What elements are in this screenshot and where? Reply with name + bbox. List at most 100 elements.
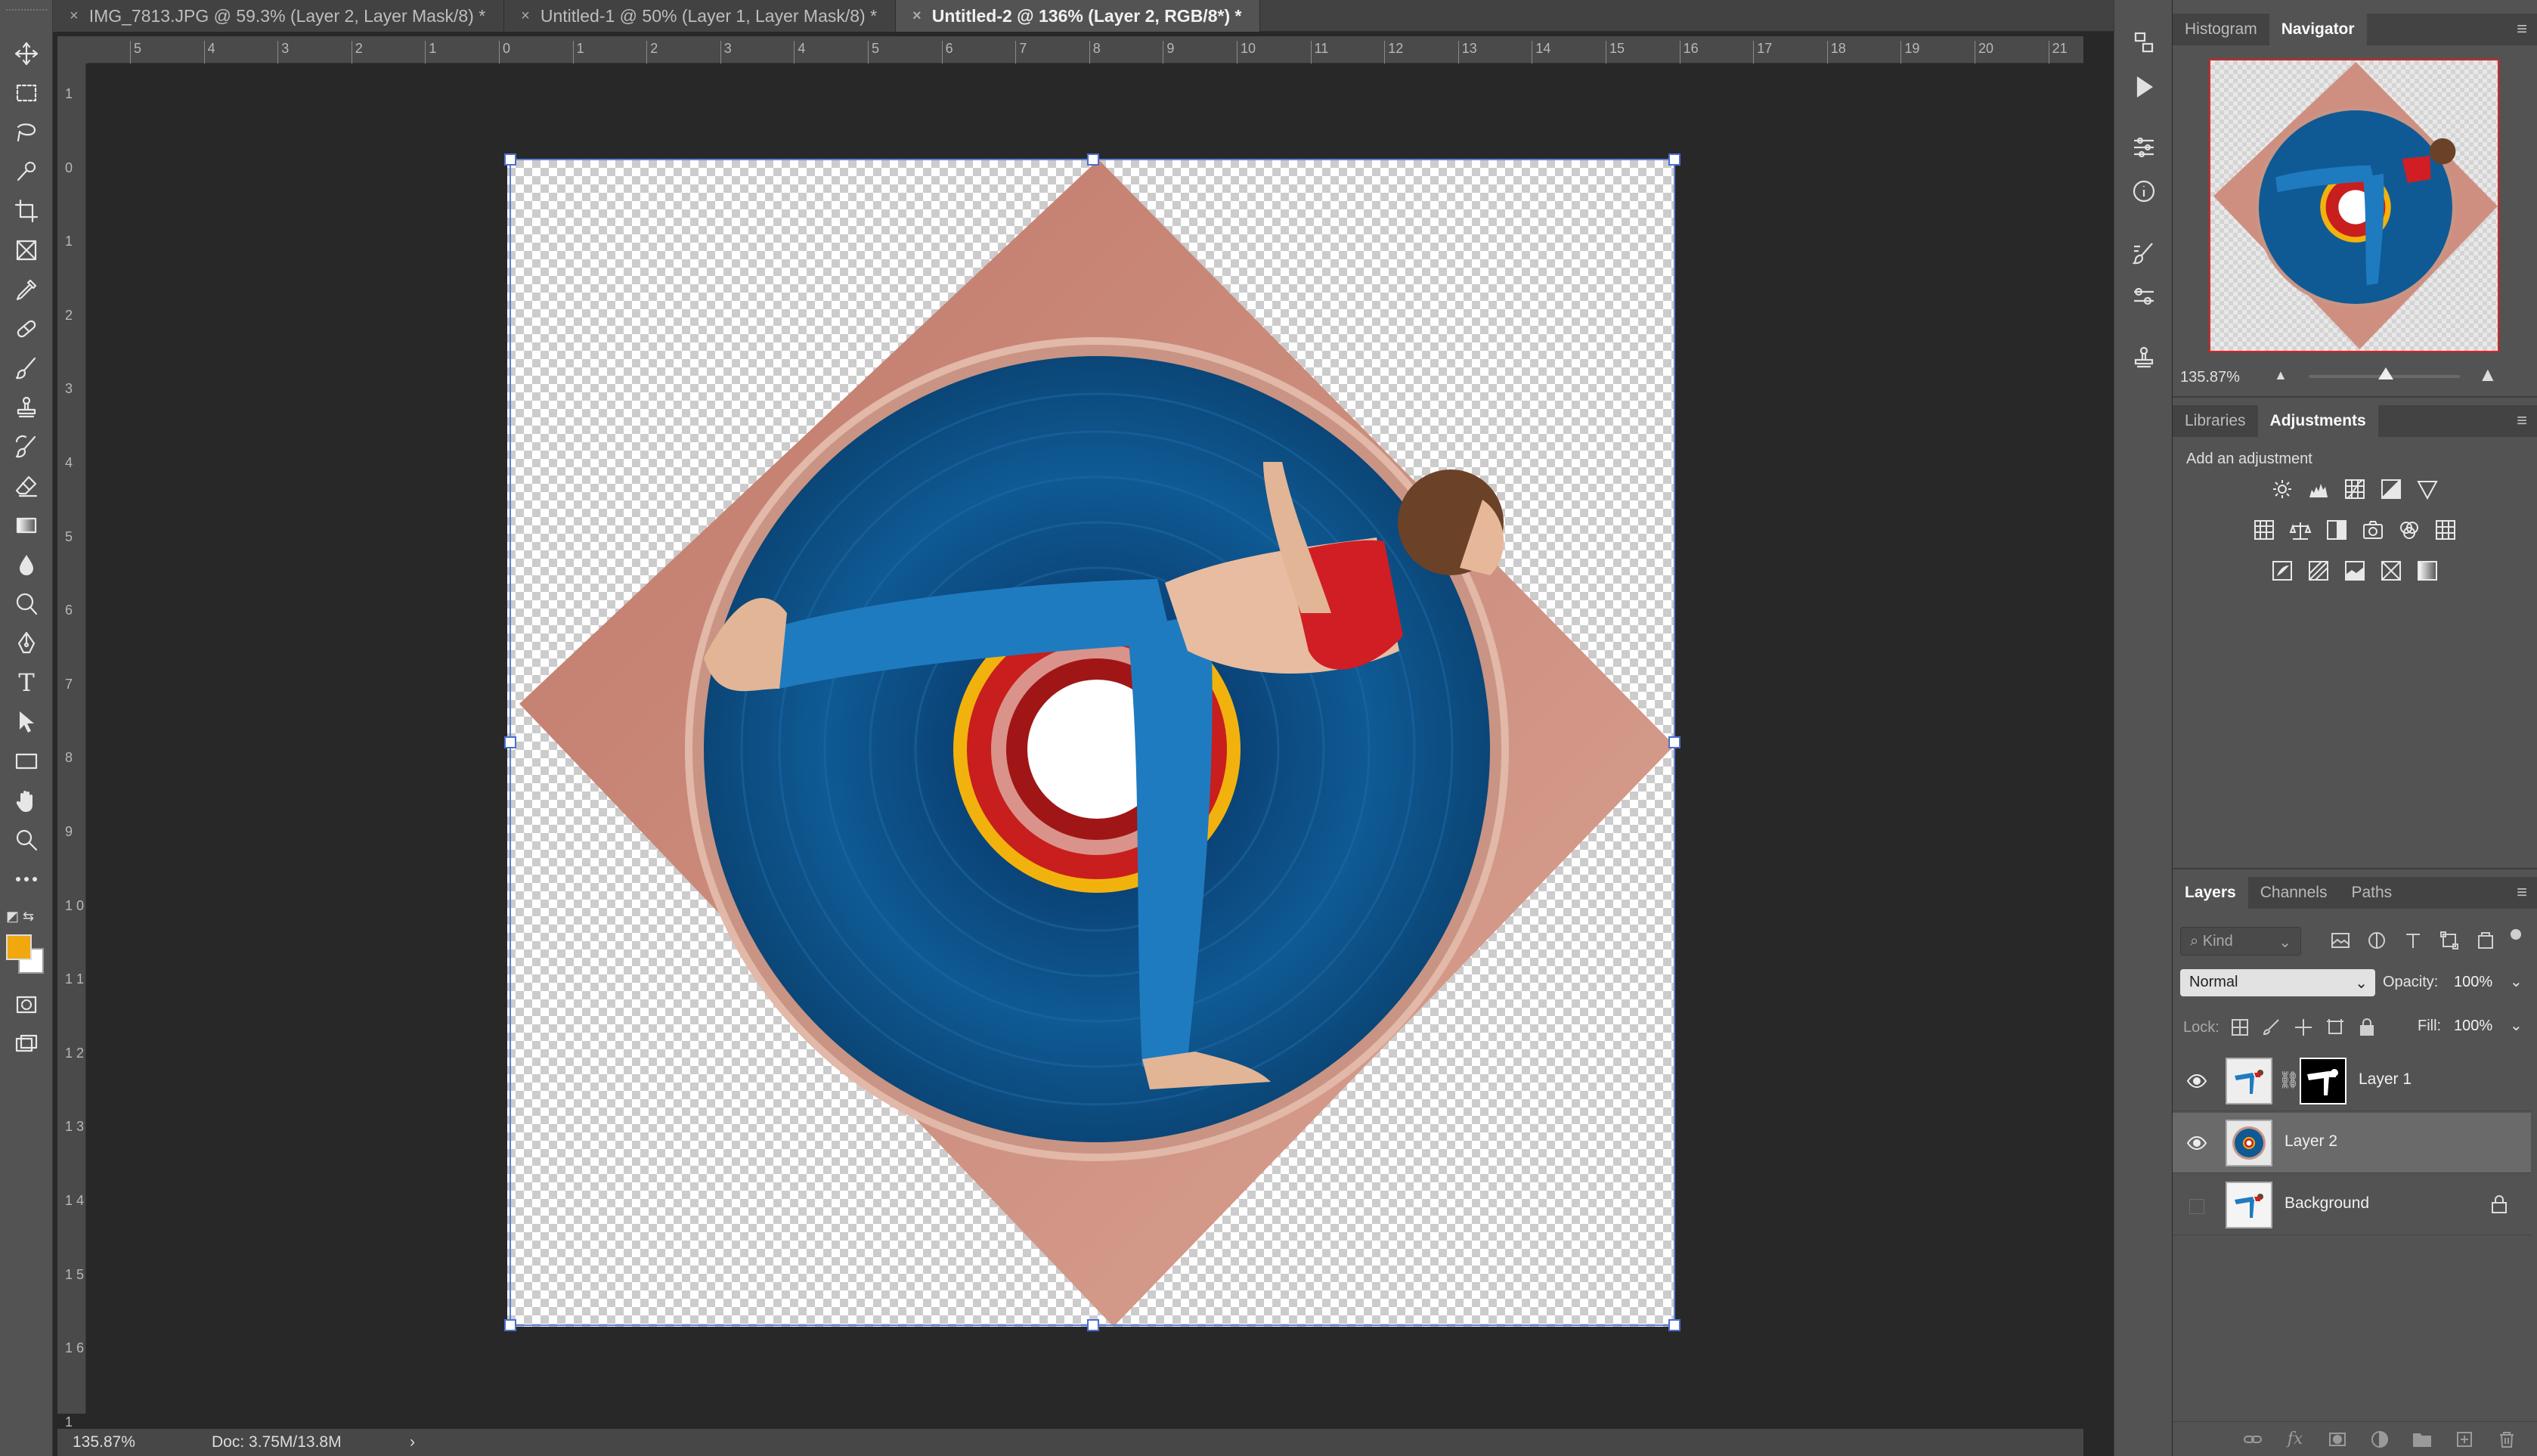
add-mask-icon[interactable]	[2327, 1429, 2348, 1450]
slider-knob[interactable]	[2378, 367, 2393, 379]
layer-row-background[interactable]: Background	[2173, 1175, 2531, 1235]
tab-channels[interactable]: Channels	[2248, 877, 2340, 909]
filter-type-icon[interactable]	[2402, 930, 2425, 953]
fill-dropdown-icon[interactable]: ⌄	[2510, 1016, 2523, 1035]
gradient-tool-icon[interactable]	[9, 508, 44, 543]
brightness-contrast-icon[interactable]	[2269, 476, 2295, 502]
tab-img-7813[interactable]: × IMG_7813.JPG @ 59.3% (Layer 2, Layer M…	[53, 0, 505, 32]
brush-settings-icon[interactable]	[2128, 237, 2160, 269]
pen-tool-icon[interactable]	[9, 626, 44, 661]
blur-tool-icon[interactable]	[9, 547, 44, 582]
filter-adjustment-icon[interactable]	[2366, 930, 2389, 953]
zoom-out-icon[interactable]: ▲	[2274, 367, 2288, 383]
tab-layers[interactable]: Layers	[2173, 877, 2248, 909]
opacity-field[interactable]: 100%	[2449, 971, 2497, 995]
panel-menu-icon[interactable]: ≡	[2507, 14, 2537, 45]
new-adjustment-icon[interactable]	[2369, 1429, 2390, 1450]
close-icon[interactable]: ×	[912, 8, 922, 25]
status-menu-arrow[interactable]: ›	[410, 1433, 415, 1451]
link-layers-icon[interactable]	[2242, 1429, 2263, 1450]
lock-all-icon[interactable]	[2357, 1018, 2380, 1040]
tab-adjustments[interactable]: Adjustments	[2257, 405, 2378, 437]
exposure-icon[interactable]	[2378, 476, 2404, 502]
close-icon[interactable]: ×	[521, 8, 530, 25]
history-brush-tool-icon[interactable]	[9, 429, 44, 464]
clone-source-icon[interactable]	[2128, 342, 2160, 373]
color-balance-icon[interactable]	[2288, 517, 2313, 543]
layer-row-layer-1[interactable]: ⛓ Layer 1	[2173, 1051, 2531, 1111]
close-icon[interactable]: ×	[70, 8, 79, 25]
tab-paths[interactable]: Paths	[2339, 877, 2404, 909]
toolbar-grip[interactable]	[6, 9, 47, 17]
zoom-tool-icon[interactable]	[9, 822, 44, 857]
new-layer-icon[interactable]	[2454, 1429, 2475, 1450]
vertical-ruler[interactable]: 101234567891 01 11 21 31 41 51 61	[57, 64, 86, 1430]
layer-thumbnail[interactable]	[2226, 1182, 2272, 1228]
fx-icon[interactable]: fx	[2285, 1429, 2306, 1450]
navigator-zoom-slider[interactable]	[2309, 367, 2460, 379]
transform-handle[interactable]	[504, 153, 516, 166]
more-tools-icon[interactable]	[9, 862, 44, 897]
channel-mixer-icon[interactable]	[2396, 517, 2422, 543]
mask-link-icon[interactable]: ⛓	[2278, 1070, 2300, 1090]
rectangle-tool-icon[interactable]	[9, 744, 44, 779]
panel-menu-icon[interactable]: ≡	[2507, 877, 2537, 909]
lasso-tool-icon[interactable]	[9, 115, 44, 150]
marquee-tool-icon[interactable]	[9, 76, 44, 110]
default-colors-icon[interactable]: ◩ ⇆	[6, 909, 34, 925]
gradient-map-icon[interactable]	[2415, 558, 2440, 584]
transform-handle[interactable]	[504, 1319, 516, 1331]
layer-thumbnail[interactable]	[2226, 1120, 2272, 1166]
tab-untitled-1[interactable]: × Untitled-1 @ 50% (Layer 1, Layer Mask/…	[504, 0, 897, 32]
layer-name[interactable]: Layer 2	[2285, 1132, 2337, 1151]
threshold-icon[interactable]	[2342, 558, 2368, 584]
layer-thumbnail[interactable]	[2226, 1058, 2272, 1104]
hand-tool-icon[interactable]	[9, 783, 44, 818]
invert-icon[interactable]	[2269, 558, 2295, 584]
layer-kind-filter[interactable]: ⌕ Kind ⌄	[2180, 927, 2301, 956]
transform-handle[interactable]	[1668, 736, 1680, 748]
layer-row-layer-2[interactable]: Layer 2	[2173, 1113, 2531, 1173]
transform-handle[interactable]	[1668, 153, 1680, 166]
actions-play-icon[interactable]	[2128, 71, 2160, 103]
filter-smart-object-icon[interactable]	[2475, 930, 2498, 953]
horizontal-ruler[interactable]: 5 4 3 2 1 0 1 2 3 4 5 6 7 8 9 10 11 12 13 14 15 16 17 18 19 20 21	[88, 36, 2083, 64]
brush-presets-icon[interactable]	[2128, 281, 2160, 313]
navigator-zoom-value[interactable]: 135.87%	[2180, 369, 2240, 386]
transform-bounding-box[interactable]	[504, 153, 1680, 1331]
lock-artboard-icon[interactable]	[2325, 1018, 2348, 1040]
clone-stamp-tool-icon[interactable]	[9, 390, 44, 425]
opacity-dropdown-icon[interactable]: ⌄	[2510, 972, 2523, 991]
screen-mode-icon[interactable]	[9, 1027, 44, 1061]
zoom-in-icon[interactable]: ▲	[2478, 363, 2498, 386]
frame-tool-icon[interactable]	[9, 233, 44, 268]
lock-image-icon[interactable]	[2262, 1018, 2285, 1040]
dodge-tool-icon[interactable]	[9, 587, 44, 621]
filter-shape-icon[interactable]	[2439, 930, 2461, 953]
fill-field[interactable]: 100%	[2449, 1015, 2497, 1039]
properties-icon[interactable]	[2128, 132, 2160, 163]
transform-handle[interactable]	[1087, 153, 1099, 166]
hue-saturation-icon[interactable]	[2251, 517, 2277, 543]
black-white-icon[interactable]	[2324, 517, 2350, 543]
layer-name[interactable]: Layer 1	[2359, 1070, 2412, 1089]
foreground-color-swatch[interactable]	[6, 934, 32, 960]
quick-selection-tool-icon[interactable]	[9, 154, 44, 189]
transform-handle[interactable]	[504, 736, 516, 748]
crop-tool-icon[interactable]	[9, 194, 44, 228]
transform-handle[interactable]	[1668, 1319, 1680, 1331]
move-tool-icon[interactable]	[9, 36, 44, 71]
blend-mode-select[interactable]: Normal ⌄	[2180, 969, 2375, 996]
tab-navigator[interactable]: Navigator	[2269, 14, 2367, 45]
panel-menu-icon[interactable]: ≡	[2507, 405, 2537, 437]
healing-brush-tool-icon[interactable]	[9, 311, 44, 346]
brush-tool-icon[interactable]	[9, 351, 44, 386]
eyedropper-tool-icon[interactable]	[9, 272, 44, 307]
history-icon[interactable]	[2128, 27, 2160, 59]
ruler-origin[interactable]	[57, 36, 88, 64]
filter-pixel-icon[interactable]	[2330, 930, 2353, 953]
curves-icon[interactable]	[2342, 476, 2368, 502]
lock-transparent-icon[interactable]	[2230, 1018, 2253, 1040]
photo-filter-icon[interactable]	[2360, 517, 2386, 543]
eye-icon[interactable]	[2186, 1132, 2207, 1154]
